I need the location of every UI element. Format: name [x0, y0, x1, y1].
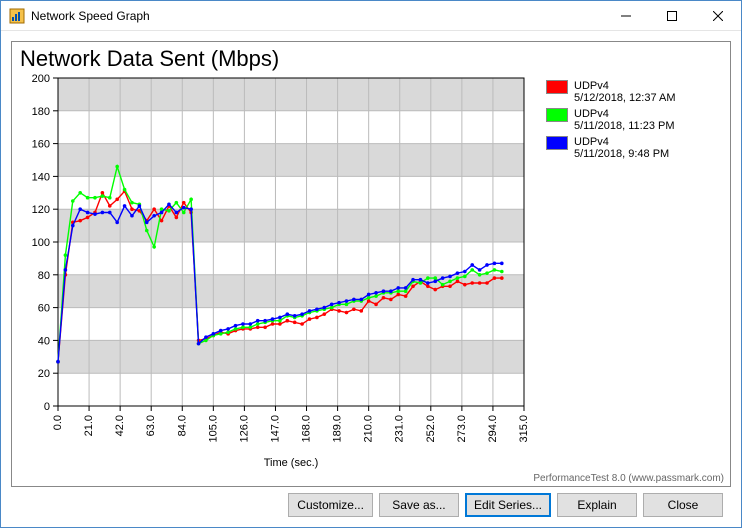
save-as-button[interactable]: Save as... — [379, 493, 459, 517]
close-action-button[interactable]: Close — [643, 493, 723, 517]
svg-text:100: 100 — [32, 237, 50, 249]
legend-item: UDPv45/12/2018, 12:37 AM — [546, 80, 714, 104]
legend-text: UDPv45/11/2018, 9:48 PM — [574, 136, 669, 160]
titlebar: Network Speed Graph — [1, 1, 741, 31]
graph-frame: Network Data Sent (Mbps) 0 20 40 60 80 100 120… — [11, 41, 731, 487]
svg-text:252.0: 252.0 — [425, 415, 437, 443]
svg-text:168.0: 168.0 — [301, 415, 313, 443]
app-icon — [9, 8, 25, 24]
svg-text:273.0: 273.0 — [456, 415, 468, 443]
svg-text:60: 60 — [38, 303, 50, 315]
window-controls — [603, 1, 741, 30]
svg-text:126.0: 126.0 — [238, 415, 250, 443]
svg-text:200: 200 — [32, 73, 50, 85]
plot-row: 0 20 40 60 80 100 120 140 160 180 200 0.0 21.0 42.0 63… — [12, 72, 730, 486]
close-button[interactable] — [695, 1, 741, 30]
plot-area: 0 20 40 60 80 100 120 140 160 180 200 0.0 21.0 42.0 63… — [14, 72, 534, 486]
svg-text:231.0: 231.0 — [394, 415, 406, 443]
svg-text:189.0: 189.0 — [332, 415, 344, 443]
svg-text:140: 140 — [32, 171, 50, 183]
explain-button[interactable]: Explain — [557, 493, 637, 517]
svg-text:315.0: 315.0 — [518, 415, 530, 443]
customize-button[interactable]: Customize... — [288, 493, 373, 517]
edit-series-button[interactable]: Edit Series... — [465, 493, 551, 517]
svg-text:294.0: 294.0 — [487, 415, 499, 443]
svg-text:180: 180 — [32, 106, 50, 118]
maximize-button[interactable] — [649, 1, 695, 30]
legend-text: UDPv45/12/2018, 12:37 AM — [574, 80, 676, 104]
legend-swatch — [546, 80, 568, 94]
chart-svg: 0 20 40 60 80 100 120 140 160 180 200 0.0 21.0 42.0 63… — [14, 72, 534, 472]
svg-text:120: 120 — [32, 204, 50, 216]
svg-text:63.0: 63.0 — [145, 415, 157, 436]
minimize-button[interactable] — [603, 1, 649, 30]
svg-text:160: 160 — [32, 139, 50, 151]
svg-text:0: 0 — [44, 401, 50, 413]
legend-swatch — [546, 136, 568, 150]
svg-text:147.0: 147.0 — [269, 415, 281, 443]
window-title: Network Speed Graph — [31, 9, 603, 23]
svg-text:Time (sec.): Time (sec.) — [264, 457, 319, 469]
svg-text:0.0: 0.0 — [52, 415, 64, 430]
svg-text:105.0: 105.0 — [207, 415, 219, 443]
chart-title: Network Data Sent (Mbps) — [12, 42, 730, 72]
legend-swatch — [546, 108, 568, 122]
legend-item: UDPv45/11/2018, 9:48 PM — [546, 136, 714, 160]
button-row: Customize... Save as... Edit Series... E… — [11, 487, 731, 525]
svg-text:21.0: 21.0 — [83, 415, 95, 436]
svg-text:40: 40 — [38, 335, 50, 347]
legend-text: UDPv45/11/2018, 11:23 PM — [574, 108, 675, 132]
svg-text:84.0: 84.0 — [176, 415, 188, 436]
app-window: Network Speed Graph Network Data Sent (M… — [0, 0, 742, 528]
legend-item: UDPv45/11/2018, 11:23 PM — [546, 108, 714, 132]
content-area: Network Data Sent (Mbps) 0 20 40 60 80 100 120… — [1, 31, 741, 527]
svg-text:210.0: 210.0 — [363, 415, 375, 443]
svg-text:20: 20 — [38, 368, 50, 380]
svg-text:42.0: 42.0 — [114, 415, 126, 436]
legend: UDPv45/12/2018, 12:37 AM UDPv45/11/2018, … — [534, 72, 714, 486]
svg-text:80: 80 — [38, 270, 50, 282]
attribution-text: PerformanceTest 8.0 (www.passmark.com) — [533, 473, 724, 484]
